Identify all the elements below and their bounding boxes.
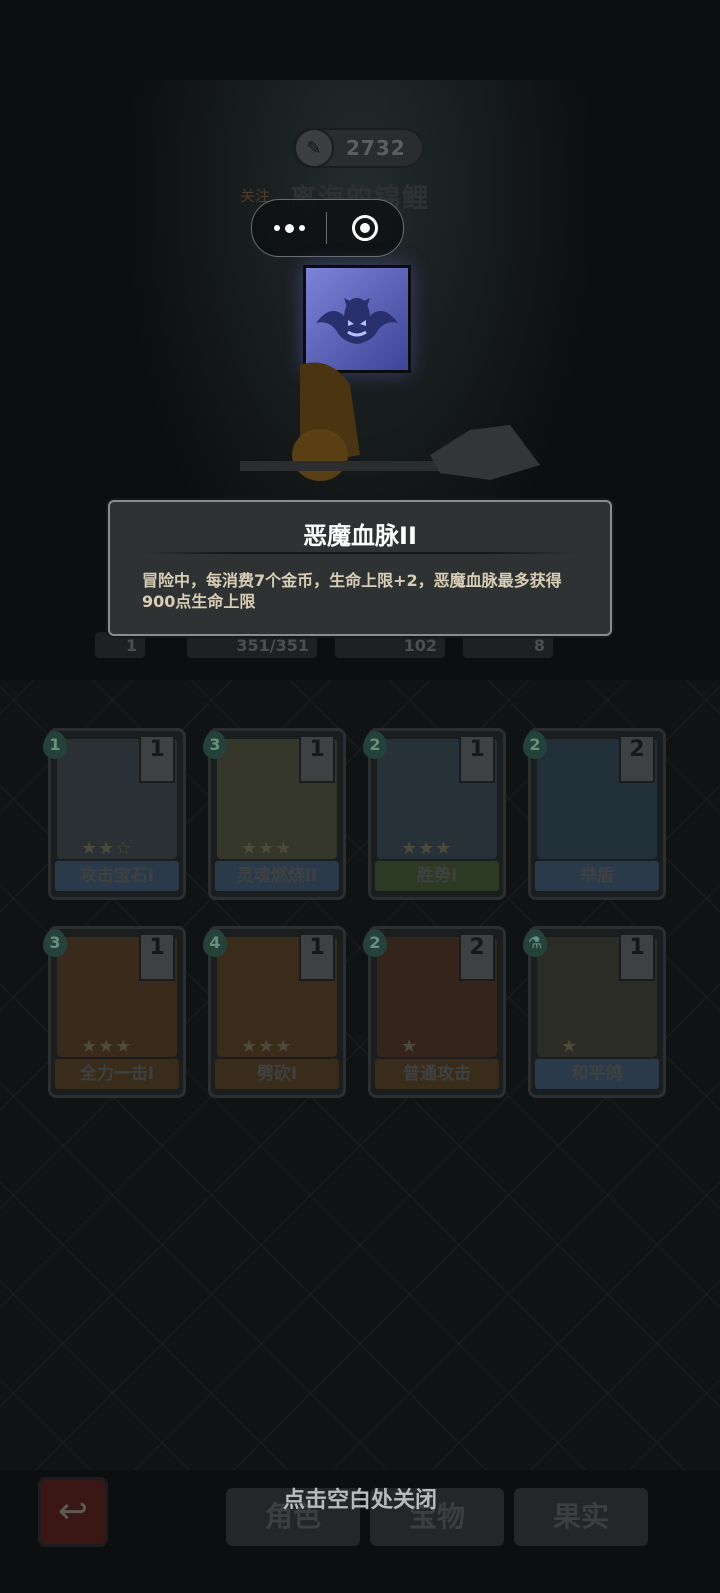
card-name: 全力一击I [55,1059,179,1089]
card-name: 胜势I [375,861,499,891]
card-chop[interactable]: 4 1 ★★★ 劈砍I [203,926,346,1098]
card-stars: ★★★ [401,838,453,859]
card-count: 2 [459,933,495,981]
card-count: 1 [619,933,655,981]
card-name: 攻击宝石I [55,861,179,891]
potion-icon: ⚗ [523,929,547,957]
card-cost: 2 [363,929,387,957]
card-full-strike[interactable]: 3 1 ★★★ 全力一击I [43,926,186,1098]
card-attack-gem[interactable]: 1 1 ★★☆ 攻击宝石I [43,728,186,900]
card-cost: 2 [363,731,387,759]
card-stars: ★★★ [81,1036,133,1057]
card-name: 劈砍I [215,1059,339,1089]
card-grid: 1 1 ★★☆ 攻击宝石I 3 1 ★★★ 灵魂燃烧II 2 1 ★★★ 胜势I… [0,0,720,1593]
card-name: 和平鸽 [535,1059,659,1089]
card-momentum[interactable]: 2 1 ★★★ 胜势I [363,728,506,900]
close-hint[interactable]: 点击空白处关闭 [0,1482,720,1514]
card-soul-burn[interactable]: 3 1 ★★★ 灵魂燃烧II [203,728,346,900]
card-cost: 1 [43,731,67,759]
card-name: 举盾 [535,861,659,891]
card-name: 普通攻击 [375,1059,499,1089]
card-normal-attack[interactable]: 2 2 ★ 普通攻击 [363,926,506,1098]
card-count: 1 [299,735,335,783]
card-count: 1 [299,933,335,981]
card-stars: ★ [401,1036,419,1057]
card-count: 1 [459,735,495,783]
card-stars: ★★☆ [81,838,133,859]
card-count: 1 [139,735,175,783]
card-stars: ★★★ [241,1036,293,1057]
card-cost: 4 [203,929,227,957]
card-cost: 3 [203,731,227,759]
card-cost: 3 [43,929,67,957]
card-cost: 2 [523,731,547,759]
card-shield[interactable]: 2 2 举盾 [523,728,666,900]
card-stars: ★ [561,1036,579,1057]
card-name: 灵魂燃烧II [215,861,339,891]
card-peace-dove[interactable]: ⚗ 1 ★ 和平鸽 [523,926,666,1098]
card-count: 1 [139,933,175,981]
card-stars: ★★★ [241,838,293,859]
card-count: 2 [619,735,655,783]
